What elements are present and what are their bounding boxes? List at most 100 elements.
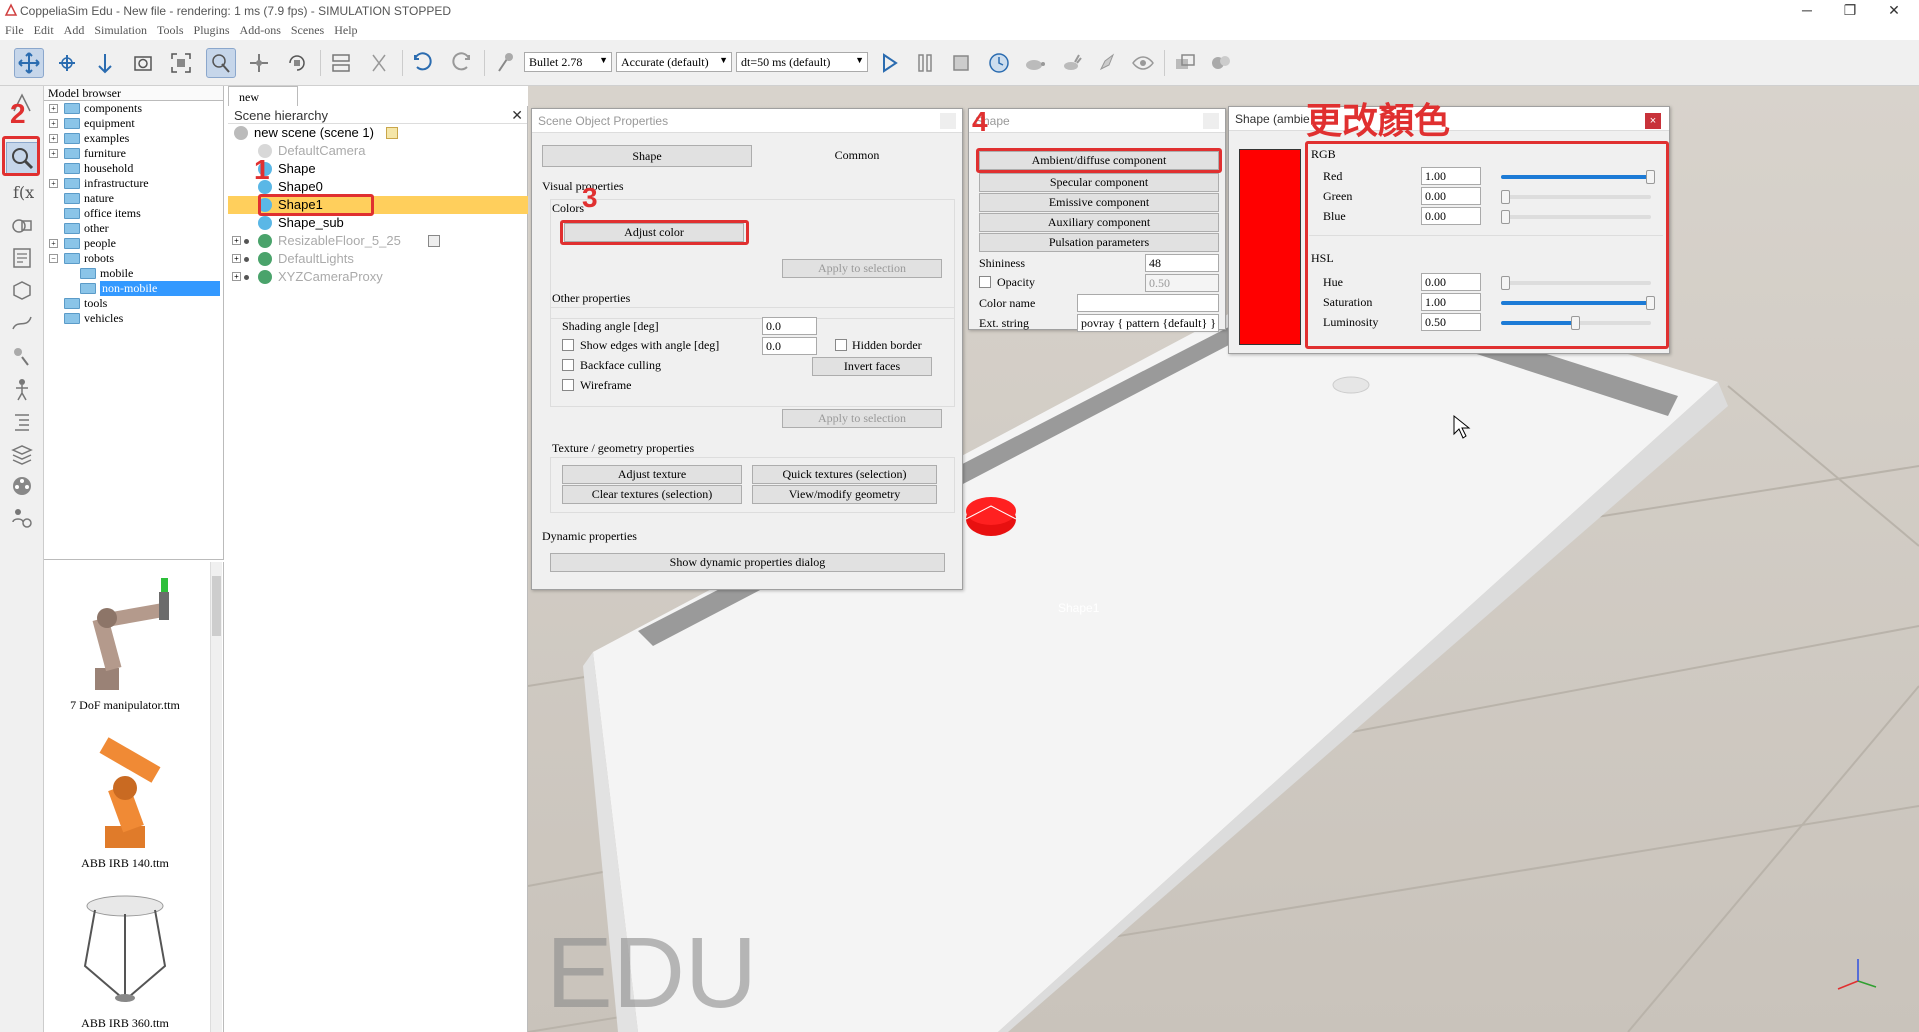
expand-icon[interactable]: + <box>232 254 241 263</box>
model-folder-robots[interactable]: − robots <box>44 251 223 266</box>
scene-selector-button[interactable] <box>1206 48 1236 78</box>
shading-angle-input[interactable]: 0.0 <box>762 317 817 335</box>
toggle-visualization-button[interactable] <box>1128 48 1158 78</box>
realtime-button[interactable] <box>984 48 1014 78</box>
pause-simulation-button[interactable] <box>910 48 940 78</box>
red-input[interactable]: 1.00 <box>1421 167 1481 185</box>
scene-item-resizablefloor[interactable]: + ResizableFloor_5_25 <box>228 232 528 250</box>
camera-pan-button[interactable] <box>14 48 44 78</box>
menu-plugins[interactable]: Plugins <box>189 22 235 39</box>
pulsation-button[interactable]: Pulsation parameters <box>979 233 1219 252</box>
camera-shift-button[interactable] <box>90 48 120 78</box>
menu-add[interactable]: Add <box>59 22 90 39</box>
blue-input[interactable]: 0.00 <box>1421 207 1481 225</box>
object-shift-button[interactable] <box>244 48 274 78</box>
video-recorder-button[interactable] <box>6 470 38 502</box>
view-modify-geometry-button[interactable]: View/modify geometry <box>752 485 937 504</box>
model-folder-office-items[interactable]: office items <box>44 206 223 221</box>
threaded-rendering-button[interactable] <box>1092 48 1122 78</box>
apply-color-to-selection-button[interactable]: Apply to selection <box>782 259 942 278</box>
layers-stack-button[interactable] <box>6 438 38 470</box>
restore-button[interactable]: ❐ <box>1830 2 1870 20</box>
ext-string-input[interactable]: povray { pattern {default} } <box>1077 314 1219 332</box>
close-icon[interactable] <box>940 113 956 129</box>
collapse-icon[interactable]: − <box>49 254 58 263</box>
scrollbar-thumb[interactable] <box>212 576 221 636</box>
undo-button[interactable] <box>408 48 438 78</box>
menu-file[interactable]: File <box>0 22 29 39</box>
scene-hierarchy-button[interactable] <box>6 406 38 438</box>
blue-slider[interactable] <box>1501 210 1651 224</box>
menu-addons[interactable]: Add-ons <box>235 22 286 39</box>
expand-icon[interactable]: + <box>49 119 58 128</box>
wireframe-checkbox[interactable] <box>562 379 574 391</box>
expand-icon[interactable]: + <box>49 239 58 248</box>
fit-to-view-button[interactable] <box>166 48 196 78</box>
scene-item-shape[interactable]: Shape <box>228 160 528 178</box>
start-simulation-button[interactable] <box>874 48 904 78</box>
scene-item-shape-sub[interactable]: Shape_sub <box>228 214 528 232</box>
color-name-input[interactable] <box>1077 294 1219 312</box>
model-folder-other[interactable]: other <box>44 221 223 236</box>
close-window-button[interactable]: ✕ <box>1874 2 1914 20</box>
camera-rotate-button[interactable] <box>52 48 82 78</box>
menu-help[interactable]: Help <box>329 22 362 39</box>
hue-input[interactable]: 0.00 <box>1421 273 1481 291</box>
hidden-border-checkbox[interactable] <box>835 339 847 351</box>
menu-tools[interactable]: Tools <box>152 22 189 39</box>
slower-button[interactable] <box>1020 48 1050 78</box>
page-selector-button[interactable] <box>1170 48 1200 78</box>
hue-slider[interactable] <box>1501 276 1651 290</box>
menu-edit[interactable]: Edit <box>29 22 59 39</box>
tab-shape[interactable]: Shape <box>542 145 752 167</box>
green-input[interactable]: 0.00 <box>1421 187 1481 205</box>
model-folder-components[interactable]: + components <box>44 101 223 116</box>
specular-button[interactable]: Specular component <box>979 173 1219 192</box>
model-thumb-abb-irb140[interactable]: ABB IRB 140.ttm <box>44 726 206 871</box>
show-edges-checkbox[interactable] <box>562 339 574 351</box>
tab-new-scene[interactable]: new scene <box>228 86 298 119</box>
assemble-button[interactable] <box>326 48 356 78</box>
user-settings-button[interactable] <box>6 502 38 534</box>
green-slider[interactable] <box>1501 190 1651 204</box>
opacity-checkbox[interactable] <box>979 276 991 288</box>
model-thumb-abb-irb360[interactable]: ABB IRB 360.ttm <box>44 886 206 1031</box>
scene-item-defaultlights[interactable]: + DefaultLights <box>228 250 528 268</box>
quick-textures-button[interactable]: Quick textures (selection) <box>752 465 937 484</box>
calculation-modules-button[interactable]: f(x) <box>6 176 38 208</box>
show-dynamic-properties-button[interactable]: Show dynamic properties dialog <box>550 553 945 572</box>
saturation-slider[interactable] <box>1501 296 1655 310</box>
tab-common[interactable]: Common <box>762 145 952 167</box>
opacity-input[interactable]: 0.50 <box>1145 274 1219 292</box>
auxiliary-button[interactable]: Auxiliary component <box>979 213 1219 232</box>
expand-icon[interactable]: + <box>49 179 58 188</box>
close-icon[interactable]: ✕ <box>511 107 523 124</box>
apply-other-to-selection-button[interactable]: Apply to selection <box>782 409 942 428</box>
model-folder-people[interactable]: + people <box>44 236 223 251</box>
close-icon[interactable] <box>1203 113 1219 129</box>
model-folder-tools[interactable]: tools <box>44 296 223 311</box>
luminosity-slider[interactable] <box>1501 316 1651 330</box>
adjust-texture-button[interactable]: Adjust texture <box>562 465 742 484</box>
script-icon[interactable] <box>386 127 398 139</box>
emissive-button[interactable]: Emissive component <box>979 193 1219 212</box>
object-rotate-button[interactable] <box>282 48 312 78</box>
scene-item-xyzcameraproxy[interactable]: + XYZCameraProxy <box>228 268 528 286</box>
dynamics-toggle-button[interactable] <box>490 48 520 78</box>
saturation-input[interactable]: 1.00 <box>1421 293 1481 311</box>
expand-icon[interactable]: + <box>49 134 58 143</box>
object-select-button[interactable] <box>206 48 236 78</box>
model-folder-examples[interactable]: + examples <box>44 131 223 146</box>
scripts-button[interactable] <box>6 242 38 274</box>
camera-angle-button[interactable] <box>128 48 158 78</box>
stop-simulation-button[interactable] <box>946 48 976 78</box>
close-icon[interactable]: × <box>1645 113 1661 129</box>
shininess-input[interactable]: 48 <box>1145 254 1219 272</box>
redo-button[interactable] <box>446 48 476 78</box>
menu-scenes[interactable]: Scenes <box>286 22 329 39</box>
scene-item-defaultcamera[interactable]: DefaultCamera <box>228 142 528 160</box>
model-folder-non-mobile[interactable]: non-mobile <box>44 281 223 296</box>
model-thumb-7dof[interactable]: 7 DoF manipulator.ttm <box>44 568 206 713</box>
collections-button[interactable] <box>6 210 38 242</box>
thumbnails-scrollbar[interactable] <box>210 562 222 1032</box>
